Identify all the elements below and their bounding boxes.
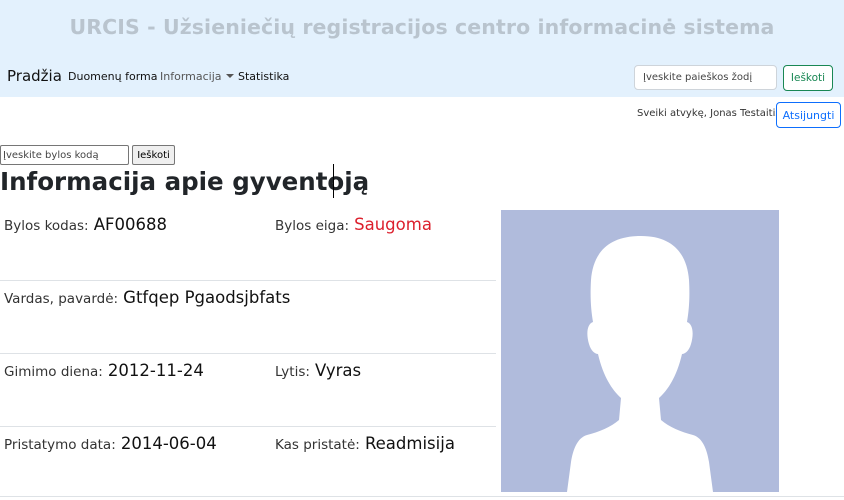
nav-item-data-form[interactable]: Duomenų forma	[68, 70, 157, 83]
case-code-input[interactable]	[0, 145, 129, 165]
nav-item-statistics[interactable]: Statistika	[238, 70, 289, 83]
delivery-date-label: Pristatymo data:	[4, 437, 116, 453]
case-status-field: Bylos eiga: Saugoma	[275, 215, 432, 234]
user-greeting: Sveiki atvykę, Jonas Testaitis	[637, 108, 781, 119]
profile-photo	[501, 210, 779, 492]
info-row-delivery: Pristatymo data: 2014-06-04 Kas pristatė…	[0, 427, 496, 500]
case-code-value: AF00688	[93, 215, 167, 234]
case-code-field: Bylos kodas: AF00688	[4, 215, 167, 234]
birth-date-label: Gimimo diena:	[4, 364, 103, 380]
caret-down-icon	[225, 74, 234, 78]
top-banner: URCIS - Užsieniečių registracijos centro…	[0, 0, 844, 97]
content-bottom-divider	[0, 496, 844, 497]
case-status-value: Saugoma	[354, 215, 432, 234]
info-row-birth: Gimimo diena: 2012-11-24 Lytis: Vyras	[0, 354, 496, 427]
gender-value: Vyras	[315, 361, 362, 380]
name-value: Gtfqep Pgaodsjbfats	[123, 288, 291, 307]
nav-brand-home[interactable]: Pradžia	[7, 67, 62, 85]
delivered-by-value: Readmisija	[364, 434, 455, 453]
birth-date-value: 2012-11-24	[107, 361, 204, 380]
nav-item-information-label: Informacija	[160, 70, 222, 83]
app-title: URCIS - Užsieniečių registracijos centro…	[69, 15, 775, 39]
page-title: Informacija apie gyventoją	[0, 167, 370, 196]
logout-button[interactable]: Atsijungti	[776, 102, 841, 128]
gender-label: Lytis:	[275, 364, 310, 380]
birth-date-field: Gimimo diena: 2012-11-24	[4, 361, 204, 380]
delivered-by-field: Kas pristatė: Readmisija	[275, 434, 455, 453]
resident-info: Bylos kodas: AF00688 Bylos eiga: Saugoma…	[0, 208, 496, 500]
case-search-button[interactable]: Ieškoti	[132, 145, 175, 165]
info-row-case: Bylos kodas: AF00688 Bylos eiga: Saugoma	[0, 208, 496, 281]
delivered-by-label: Kas pristatė:	[275, 437, 360, 453]
nav-item-information[interactable]: Informacija	[160, 70, 234, 83]
case-code-label: Bylos kodas:	[4, 218, 89, 234]
case-status-label: Bylos eiga:	[275, 218, 350, 234]
name-label: Vardas, pavardė:	[4, 291, 119, 307]
search-button[interactable]: Ieškoti	[783, 65, 833, 91]
delivery-date-value: 2014-06-04	[120, 434, 217, 453]
delivery-date-field: Pristatymo data: 2014-06-04	[4, 434, 217, 453]
text-cursor	[333, 164, 334, 198]
name-field: Vardas, pavardė: Gtfqep Pgaodsjbfats	[4, 288, 290, 307]
info-row-name: Vardas, pavardė: Gtfqep Pgaodsjbfats	[0, 281, 496, 354]
search-input[interactable]	[634, 65, 777, 90]
gender-field: Lytis: Vyras	[275, 361, 361, 380]
person-silhouette-icon	[567, 236, 713, 492]
